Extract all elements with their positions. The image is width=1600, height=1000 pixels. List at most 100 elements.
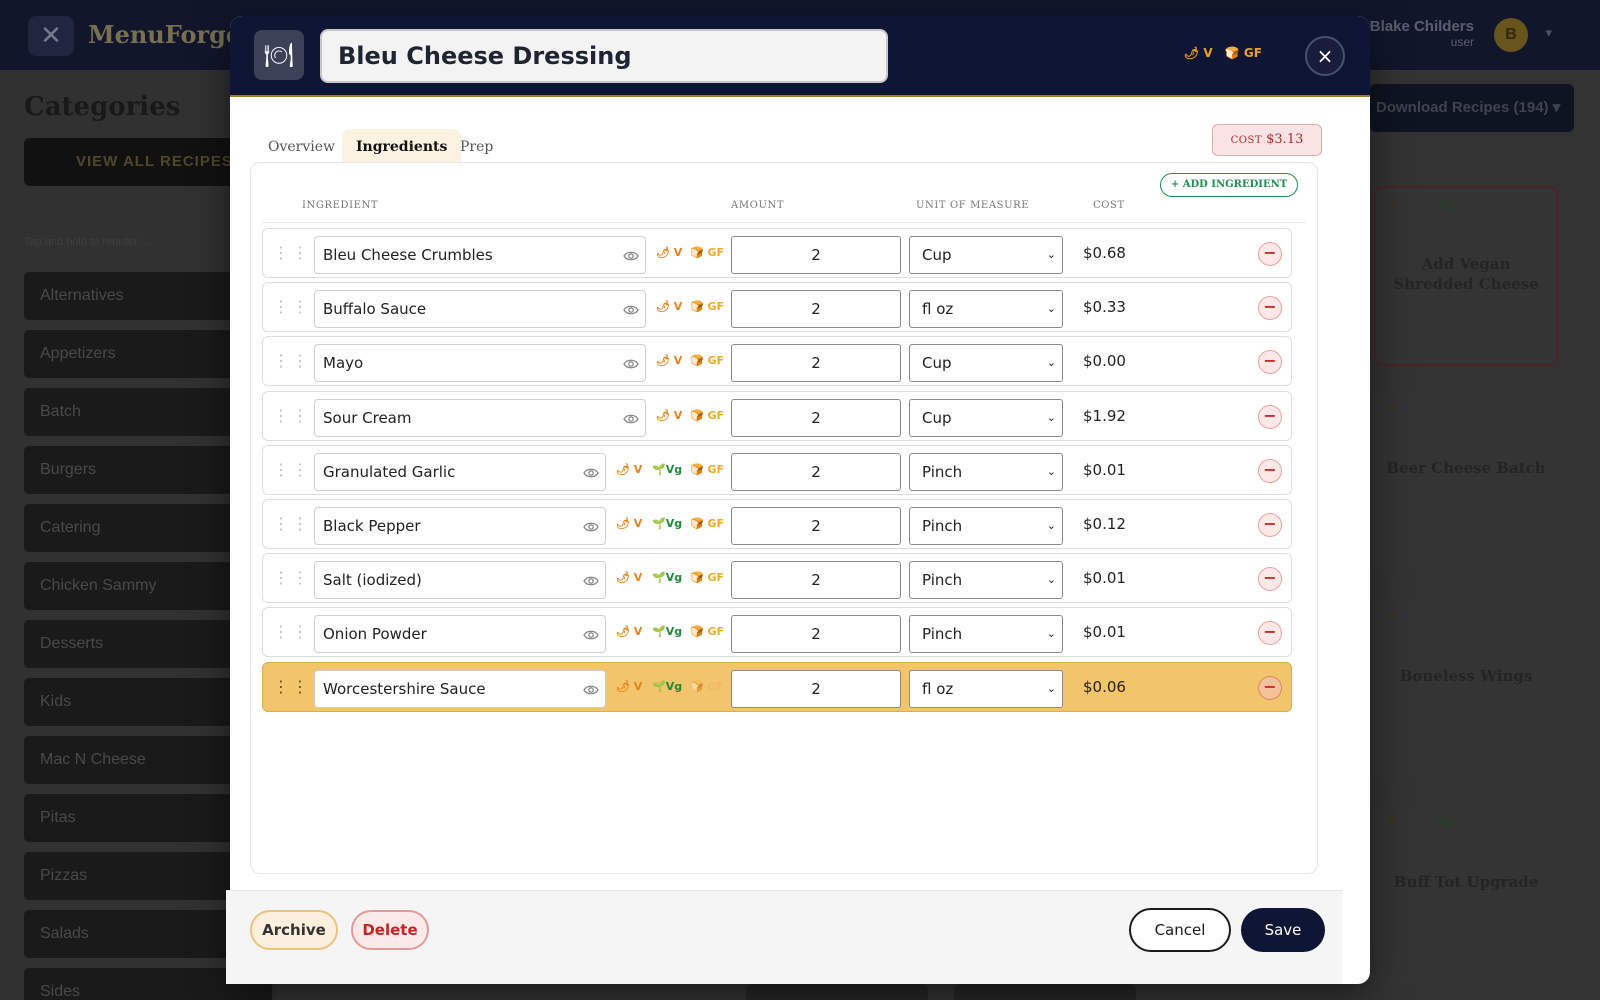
ingredient-name-field[interactable]: Sour Cream bbox=[314, 398, 646, 437]
chevron-down-icon: ⌄ bbox=[1046, 681, 1056, 695]
chevron-down-icon: ⌄ bbox=[1046, 464, 1056, 478]
ingredient-name-field[interactable]: Bleu Cheese Crumbles bbox=[314, 236, 646, 274]
amount-input[interactable]: 2 bbox=[731, 236, 901, 274]
amount-input[interactable]: 2 bbox=[731, 669, 901, 708]
amount-input[interactable]: 2 bbox=[731, 290, 901, 329]
ingredient-name-field[interactable]: Mayo bbox=[314, 344, 646, 383]
ingredient-name: Mayo bbox=[323, 354, 364, 373]
drag-handle-icon[interactable]: ⋮⋮ bbox=[273, 242, 308, 264]
eye-icon[interactable] bbox=[583, 573, 599, 587]
drag-handle-icon[interactable]: ⋮⋮ bbox=[273, 296, 308, 318]
amount-input[interactable]: 2 bbox=[731, 452, 901, 491]
column-header-ingredient: INGREDIENT bbox=[302, 200, 379, 211]
amount-input[interactable]: 2 bbox=[731, 507, 901, 545]
vegetarian-tag: 🌶 V bbox=[656, 300, 683, 314]
ingredient-name-field[interactable]: Salt (iodized) bbox=[314, 561, 606, 600]
gluten-free-tag: 🍞 GF bbox=[690, 354, 725, 368]
remove-ingredient-button[interactable]: − bbox=[1258, 513, 1282, 537]
header-diet-tags: 🌶 V 🍞 GF bbox=[1184, 46, 1262, 60]
amount-input[interactable]: 2 bbox=[731, 398, 901, 437]
cancel-button[interactable]: Cancel bbox=[1129, 908, 1231, 952]
remove-ingredient-button[interactable]: − bbox=[1258, 296, 1282, 321]
drag-handle-icon[interactable]: ⋮⋮ bbox=[273, 567, 308, 589]
vegetarian-tag: 🌶 V bbox=[616, 462, 643, 476]
ingredient-row: ⋮⋮ Black Pepper 🌶 V 🌱Vg 🍞 GF 2 Pinch ⌄ $0.12 − bbox=[262, 499, 1292, 549]
unit-select[interactable]: Cup ⌄ bbox=[909, 236, 1063, 274]
drag-handle-icon[interactable]: ⋮⋮ bbox=[273, 676, 308, 698]
vegetarian-tag: 🌶 V bbox=[616, 679, 643, 693]
drag-handle-icon[interactable]: ⋮⋮ bbox=[273, 405, 308, 427]
unit-value: fl oz bbox=[922, 300, 954, 319]
save-button[interactable]: Save bbox=[1241, 908, 1325, 952]
ingredient-cost: $0.68 bbox=[1083, 244, 1126, 262]
ingredient-name: Salt (iodized) bbox=[323, 571, 422, 590]
close-icon[interactable]: × bbox=[1305, 36, 1345, 76]
ingredient-row: ⋮⋮ Salt (iodized) 🌶 V 🌱Vg 🍞 GF 2 Pinch ⌄ $0.01 − bbox=[262, 553, 1292, 604]
drag-handle-icon[interactable]: ⋮⋮ bbox=[273, 621, 308, 643]
eye-icon[interactable] bbox=[623, 248, 639, 262]
eye-icon[interactable] bbox=[583, 519, 599, 533]
vegan-tag: 🌱Vg bbox=[652, 462, 683, 476]
gluten-free-tag: 🍞 GF bbox=[690, 625, 725, 639]
header-divider bbox=[262, 222, 1306, 223]
unit-select[interactable]: Pinch ⌄ bbox=[909, 507, 1063, 545]
vegetarian-tag: 🌶 V bbox=[1184, 46, 1213, 60]
total-cost-badge: COST $3.13 bbox=[1212, 124, 1322, 156]
remove-ingredient-button[interactable]: − bbox=[1258, 458, 1282, 483]
drag-handle-icon[interactable]: ⋮⋮ bbox=[273, 459, 308, 481]
unit-value: Pinch bbox=[922, 625, 963, 644]
remove-ingredient-button[interactable]: − bbox=[1258, 567, 1282, 592]
ingredient-name: Sour Cream bbox=[323, 408, 412, 427]
gluten-free-tag: 🍞 GF bbox=[1224, 46, 1262, 60]
eye-icon[interactable] bbox=[623, 302, 639, 316]
recipe-name-input[interactable] bbox=[320, 29, 888, 83]
vegan-tag: 🌱Vg bbox=[652, 679, 683, 693]
gluten-free-tag: 🍞 GF bbox=[690, 679, 725, 693]
ingredient-name-field[interactable]: Buffalo Sauce bbox=[314, 290, 646, 329]
ingredient-name: Onion Powder bbox=[323, 625, 427, 644]
remove-ingredient-button[interactable]: − bbox=[1258, 350, 1282, 375]
remove-ingredient-button[interactable]: − bbox=[1258, 675, 1282, 700]
unit-select[interactable]: fl oz ⌄ bbox=[909, 669, 1063, 708]
gluten-free-tag: 🍞 GF bbox=[690, 408, 725, 422]
vegetarian-tag: 🌶 V bbox=[656, 408, 683, 422]
eye-icon[interactable] bbox=[583, 682, 599, 696]
amount-input[interactable]: 2 bbox=[731, 615, 901, 654]
plus-icon: + bbox=[1170, 179, 1180, 190]
add-ingredient-button[interactable]: + ADD INGREDIENT bbox=[1160, 173, 1298, 197]
modal-tabs: Overview Ingredients Prep bbox=[254, 112, 1204, 168]
unit-select[interactable]: Pinch ⌄ bbox=[909, 561, 1063, 600]
ingredient-row: ⋮⋮ Sour Cream 🌶 V 🍞 GF 2 Cup ⌄ $1.92 − bbox=[262, 390, 1292, 441]
ingredient-name: Black Pepper bbox=[323, 517, 421, 535]
unit-select[interactable]: Cup ⌄ bbox=[909, 398, 1063, 437]
eye-icon[interactable] bbox=[583, 465, 599, 479]
ingredient-name-field[interactable]: Worcestershire Sauce bbox=[314, 669, 606, 708]
ingredient-cost: $0.01 bbox=[1083, 460, 1126, 479]
remove-ingredient-button[interactable]: − bbox=[1258, 404, 1282, 429]
amount-input[interactable]: 2 bbox=[731, 344, 901, 383]
gluten-free-tag: 🍞 GF bbox=[690, 517, 725, 530]
unit-select[interactable]: Cup ⌄ bbox=[909, 344, 1063, 383]
chevron-down-icon: ⌄ bbox=[1046, 248, 1056, 261]
remove-ingredient-button[interactable]: − bbox=[1258, 621, 1282, 646]
drag-handle-icon[interactable]: ⋮⋮ bbox=[273, 513, 308, 535]
unit-select[interactable]: fl oz ⌄ bbox=[909, 290, 1063, 329]
ingredient-name: Buffalo Sauce bbox=[323, 300, 427, 319]
remove-ingredient-button[interactable]: − bbox=[1258, 242, 1282, 266]
drag-handle-icon[interactable]: ⋮⋮ bbox=[273, 350, 308, 372]
column-header-amount: AMOUNT bbox=[731, 200, 785, 211]
eye-icon[interactable] bbox=[583, 627, 599, 641]
ingredient-name: Bleu Cheese Crumbles bbox=[323, 246, 493, 264]
archive-button[interactable]: Archive bbox=[250, 910, 338, 950]
eye-icon[interactable] bbox=[623, 411, 639, 425]
modal-header: 🍽 🌶 V 🍞 GF × bbox=[230, 16, 1370, 97]
ingredient-name-field[interactable]: Onion Powder bbox=[314, 615, 606, 654]
ingredient-name-field[interactable]: Granulated Garlic bbox=[314, 452, 606, 491]
eye-icon[interactable] bbox=[623, 356, 639, 370]
ingredient-cost: $1.92 bbox=[1083, 406, 1126, 425]
delete-button[interactable]: Delete bbox=[351, 910, 429, 950]
unit-select[interactable]: Pinch ⌄ bbox=[909, 452, 1063, 491]
ingredient-name-field[interactable]: Black Pepper bbox=[314, 507, 606, 545]
amount-input[interactable]: 2 bbox=[731, 561, 901, 600]
unit-select[interactable]: Pinch ⌄ bbox=[909, 615, 1063, 654]
